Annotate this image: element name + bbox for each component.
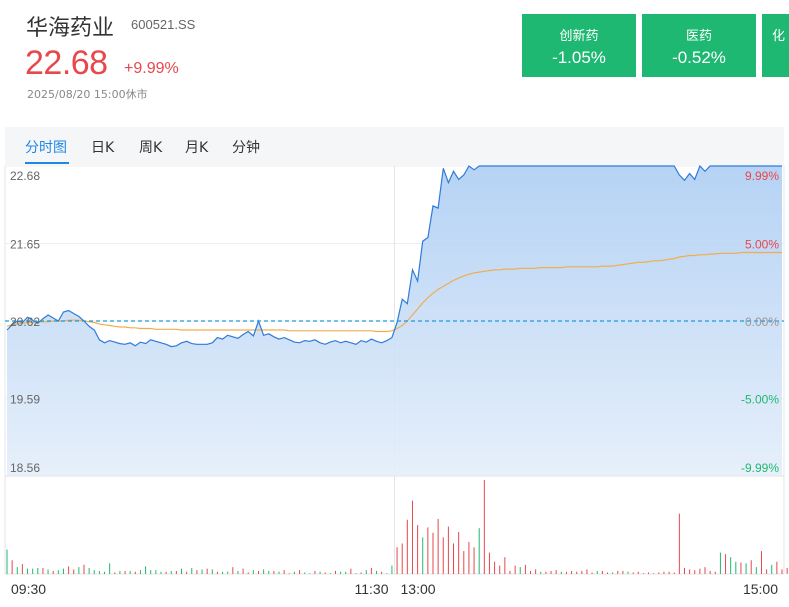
y-tick-label: 21.65: [10, 238, 40, 252]
pct-tick-label: -5.00%: [741, 393, 779, 407]
x-tick-label: 13:00: [401, 581, 436, 597]
y-tick-label: 19.59: [10, 393, 40, 407]
x-tick-label: 09:30: [11, 581, 46, 597]
pct-tick-label: 0.00%: [745, 315, 779, 329]
y-tick-label: 22.68: [10, 169, 40, 183]
pct-tick-label: 5.00%: [745, 238, 779, 252]
pct-tick-label: 9.99%: [745, 169, 779, 183]
y-tick-label: 18.56: [10, 461, 40, 475]
x-tick-label: 15:00: [743, 581, 778, 597]
pct-tick-label: -9.99%: [741, 461, 779, 475]
y-tick-label: 20.62: [10, 315, 40, 329]
intraday-chart[interactable]: 22.68 21.65 20.62 19.59 18.56 9.99% 5.00% 0.00%…: [0, 0, 789, 607]
x-tick-label: 11:30: [355, 581, 389, 597]
